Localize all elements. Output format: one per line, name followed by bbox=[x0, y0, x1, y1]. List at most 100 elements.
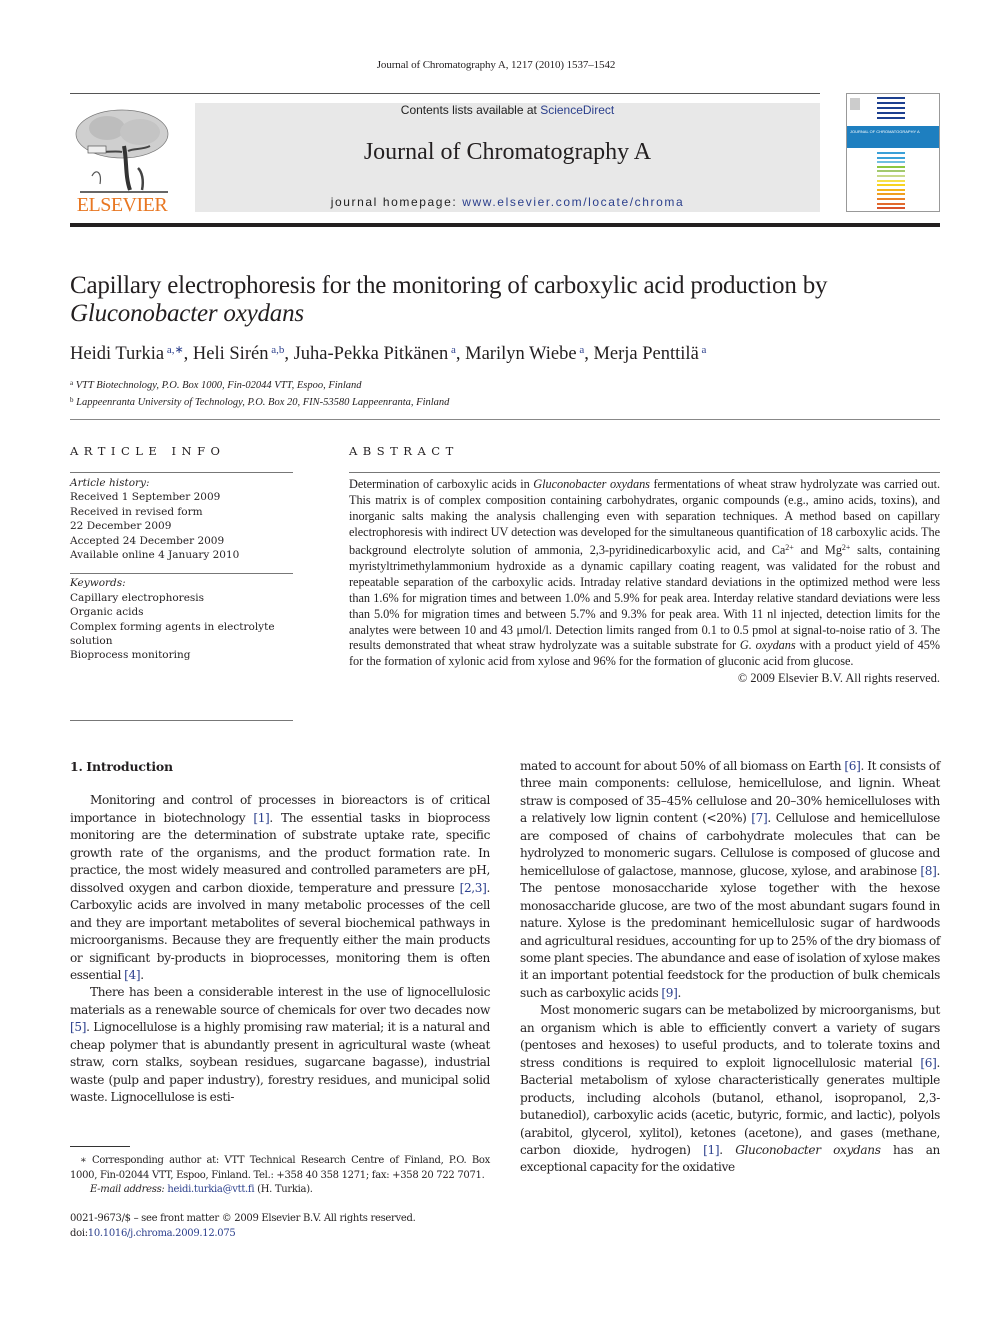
article-info: ARTICLE INFO Article history: Received 1… bbox=[70, 444, 293, 721]
author[interactable]: Juha-Pekka Pitkänen bbox=[294, 344, 449, 364]
cover-stripe bbox=[877, 112, 905, 114]
affiliation-a: a VTT Biotechnology, P.O. Box 1000, Fin-… bbox=[70, 379, 362, 391]
affiliations: a VTT Biotechnology, P.O. Box 1000, Fin-… bbox=[70, 376, 449, 410]
author-list: Heidi Turkia a,∗, Heli Sirén a,b, Juha-P… bbox=[70, 344, 707, 364]
author[interactable]: Marilyn Wiebe bbox=[465, 344, 576, 364]
email-link[interactable]: heidi.turkia@vtt.fi bbox=[167, 1184, 254, 1195]
affiliation-marker[interactable]: a bbox=[699, 344, 707, 356]
cover-stripe bbox=[877, 202, 905, 205]
divider bbox=[70, 719, 293, 721]
citation-link[interactable]: [7] bbox=[751, 811, 767, 825]
elsevier-tree-icon bbox=[75, 109, 169, 193]
cover-stripe bbox=[877, 184, 905, 187]
cover-stripe bbox=[877, 179, 905, 182]
history-item: Received 1 September 2009 bbox=[70, 491, 221, 504]
citation-link[interactable]: [1] bbox=[253, 811, 269, 825]
citation-link[interactable]: [5] bbox=[70, 1020, 86, 1034]
history-item: Available online 4 January 2010 bbox=[70, 549, 240, 562]
cover-stripe bbox=[877, 198, 905, 200]
paragraph: Monitoring and control of processes in b… bbox=[70, 793, 490, 982]
header-thick-rule bbox=[70, 223, 940, 227]
citation-link[interactable]: [4] bbox=[124, 968, 140, 982]
doi-link[interactable]: 10.1016/j.chroma.2009.12.075 bbox=[88, 1228, 236, 1239]
species-name: Gluconobacter oxydans bbox=[533, 477, 650, 491]
history-list: Received 1 September 2009 Received in rev… bbox=[70, 490, 293, 562]
history-item: 22 December 2009 bbox=[70, 520, 172, 533]
section-heading: 1. Introduction bbox=[70, 759, 173, 774]
running-head: Journal of Chromatography A, 1217 (2010)… bbox=[376, 59, 616, 71]
keyword: Complex forming agents in electrolyte bbox=[70, 620, 275, 633]
affiliation-marker[interactable]: a bbox=[577, 344, 584, 356]
header-rule bbox=[70, 93, 820, 94]
issn-line: 0021-9673/$ – see front matter © 2009 El… bbox=[70, 1213, 416, 1224]
citation-link[interactable]: [1] bbox=[703, 1143, 719, 1157]
cover-stripe bbox=[877, 97, 905, 99]
species-name: Gluconobacter oxydans bbox=[735, 1142, 881, 1157]
divider bbox=[70, 472, 293, 473]
cover-stripe bbox=[877, 165, 905, 168]
citation-link[interactable]: [6] bbox=[844, 759, 860, 773]
history-item: Received in revised form bbox=[70, 505, 203, 518]
cover-stripe bbox=[877, 207, 905, 210]
cover-stripe bbox=[877, 170, 905, 173]
title-line-1: Capillary electrophoresis for the monito… bbox=[70, 272, 828, 299]
body-column-left: 1. Introduction Monitoring and control o… bbox=[70, 758, 490, 1107]
keyword: Organic acids bbox=[70, 606, 144, 619]
citation-link[interactable]: [6] bbox=[920, 1056, 936, 1070]
body-column-right: mated to account for about 50% of all bi… bbox=[520, 758, 940, 1177]
cover-stripe bbox=[877, 102, 905, 104]
footnote: ∗ Corresponding author at: VTT Technical… bbox=[70, 1154, 490, 1198]
cover-stripe bbox=[877, 175, 905, 177]
cover-band-text: JOURNAL OF CHROMATOGRAPHY A bbox=[850, 129, 920, 134]
history-label: Article history: bbox=[70, 477, 150, 489]
paragraph: Most monomeric sugars can be metabolized… bbox=[520, 1003, 940, 1175]
cover-stripe bbox=[877, 156, 905, 159]
homepage-prefix: journal homepage: bbox=[330, 195, 463, 209]
corresponding-author-note: ∗ Corresponding author at: VTT Technical… bbox=[70, 1155, 490, 1181]
keyword: solution bbox=[70, 635, 113, 648]
contents-prefix: Contents lists available at bbox=[400, 103, 541, 117]
homepage-link[interactable]: www.elsevier.com/locate/chroma bbox=[462, 195, 684, 209]
keyword-list: Capillary electrophoresis Organic acids Co… bbox=[70, 591, 293, 663]
species-name: G. oxydans bbox=[739, 638, 796, 653]
cover-stripe bbox=[877, 107, 905, 109]
citation-link[interactable]: [8] bbox=[920, 864, 936, 878]
sciencedirect-link[interactable]: ScienceDirect bbox=[540, 103, 614, 117]
cover-logo-icon bbox=[850, 98, 860, 110]
affiliation-b: b Lappeenranta University of Technology,… bbox=[70, 396, 450, 408]
article-info-heading: ARTICLE INFO bbox=[70, 444, 226, 458]
citation-link[interactable]: [2,3] bbox=[460, 881, 487, 895]
cover-stripe bbox=[877, 161, 905, 164]
footnote-rule bbox=[70, 1146, 130, 1147]
affiliation-marker[interactable]: a,∗ bbox=[164, 344, 184, 356]
paragraph-continued: mated to account for about 50% of all bi… bbox=[520, 759, 940, 1000]
copyright: © 2009 Elsevier B.V. All rights reserved… bbox=[737, 671, 940, 686]
journal-cover-thumbnail[interactable]: JOURNAL OF CHROMATOGRAPHY A bbox=[846, 93, 940, 212]
affiliation-marker[interactable]: a bbox=[448, 344, 456, 356]
publisher-name: ELSEVIER bbox=[76, 194, 168, 216]
cover-stripe bbox=[877, 117, 905, 119]
doi-line: doi:10.1016/j.chroma.2009.12.075 bbox=[70, 1228, 236, 1239]
journal-title: Journal of Chromatography A bbox=[363, 139, 652, 165]
history-item: Accepted 24 December 2009 bbox=[70, 534, 225, 547]
article-history: Article history: Received 1 September 20… bbox=[70, 476, 293, 562]
affiliation-marker[interactable]: a,b bbox=[268, 344, 284, 356]
article-title: Capillary electrophoresis for the monito… bbox=[70, 272, 940, 328]
journal-banner: Contents lists available at ScienceDirec… bbox=[195, 103, 820, 212]
keywords: Keywords: Capillary electrophoresis Organ… bbox=[70, 576, 293, 662]
cover-stripe bbox=[877, 152, 905, 154]
author[interactable]: Merja Penttilä bbox=[593, 344, 698, 364]
citation-link[interactable]: [9] bbox=[661, 986, 677, 1000]
abstract-text: Determination of carboxylic acids in Glu… bbox=[349, 477, 941, 669]
keyword: Capillary electrophoresis bbox=[70, 591, 205, 604]
homepage-line: journal homepage: www.elsevier.com/locat… bbox=[195, 195, 820, 209]
elsevier-logo[interactable]: ELSEVIER bbox=[70, 100, 174, 216]
author[interactable]: Heli Sirén bbox=[193, 344, 269, 364]
abstract: ABSTRACT Determination of carboxylic aci… bbox=[349, 444, 940, 686]
contents-line: Contents lists available at ScienceDirec… bbox=[195, 103, 820, 117]
divider bbox=[70, 573, 293, 575]
email-line: E-mail address: heidi.turkia@vtt.fi (H. … bbox=[90, 1184, 313, 1195]
paragraph: There has been a considerable interest i… bbox=[70, 985, 490, 1105]
issn-block: 0021-9673/$ – see front matter © 2009 El… bbox=[70, 1211, 416, 1241]
author[interactable]: Heidi Turkia bbox=[70, 344, 164, 364]
